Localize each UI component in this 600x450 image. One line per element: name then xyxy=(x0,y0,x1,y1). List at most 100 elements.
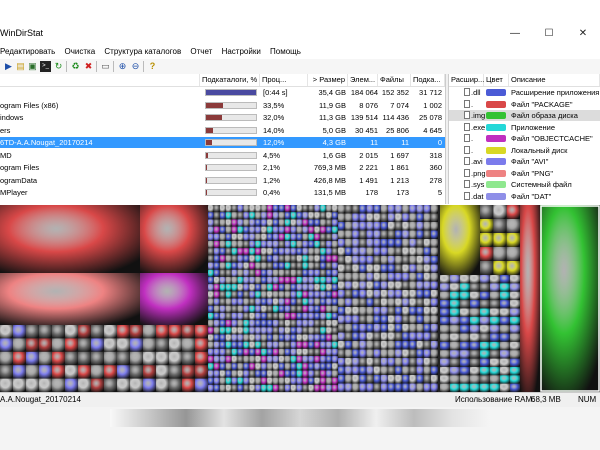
treemap-cell[interactable] xyxy=(278,248,285,256)
treemap-cell[interactable] xyxy=(320,327,327,335)
treemap-cell[interactable] xyxy=(278,291,285,299)
treemap-cell[interactable] xyxy=(78,338,91,352)
treemap-cell[interactable] xyxy=(510,325,520,334)
treemap-cell[interactable] xyxy=(345,247,353,257)
treemap-cell[interactable] xyxy=(373,205,381,214)
treemap-cell[interactable] xyxy=(231,312,238,321)
treemap-cell[interactable] xyxy=(450,366,460,376)
treemap-cell[interactable] xyxy=(143,351,156,366)
treemap-cell[interactable] xyxy=(366,222,374,231)
ext-row[interactable]: .exe Приложение xyxy=(449,122,600,133)
treemap-cell[interactable] xyxy=(143,338,156,352)
treemap-cell[interactable] xyxy=(302,205,309,213)
treemap-cell[interactable] xyxy=(284,312,291,321)
treemap-cell[interactable] xyxy=(352,247,360,257)
treemap-cell[interactable] xyxy=(320,262,327,270)
treemap-cell[interactable] xyxy=(430,205,438,214)
treemap-cell[interactable] xyxy=(430,375,438,384)
col-subdir-percent-header[interactable]: Подкаталоги, % xyxy=(200,74,260,86)
treemap-cell[interactable] xyxy=(296,240,303,249)
treemap-canvas[interactable] xyxy=(0,205,600,392)
treemap-cell[interactable] xyxy=(278,363,285,371)
treemap-cell[interactable] xyxy=(219,348,226,357)
treemap-cell[interactable] xyxy=(430,256,438,265)
treemap-cell[interactable] xyxy=(326,284,333,292)
treemap-cell[interactable] xyxy=(409,290,417,299)
treemap-cell[interactable] xyxy=(320,377,327,385)
menu-cleanup[interactable]: Очистка xyxy=(65,45,96,59)
treemap-cell[interactable] xyxy=(373,332,381,342)
treemap-cell[interactable] xyxy=(296,276,303,285)
treemap-cell[interactable] xyxy=(243,240,250,249)
treemap-cell[interactable] xyxy=(416,264,424,274)
treemap-cell[interactable] xyxy=(117,378,130,392)
treemap-cell[interactable] xyxy=(359,383,367,393)
treemap-cell[interactable] xyxy=(267,348,273,357)
treemap-cell[interactable] xyxy=(500,375,510,384)
treemap-cell[interactable] xyxy=(423,375,431,384)
treemap-cell[interactable] xyxy=(273,312,279,321)
treemap-cell[interactable] xyxy=(510,308,520,317)
treemap-cell[interactable] xyxy=(416,290,424,299)
treemap-cell[interactable] xyxy=(395,324,403,333)
treemap-cell[interactable] xyxy=(520,205,540,392)
treemap-cell[interactable] xyxy=(231,341,238,349)
treemap-cell[interactable] xyxy=(225,276,232,285)
title-bar[interactable]: WinDirStat — ☐ ✕ xyxy=(0,22,600,45)
treemap-cell[interactable] xyxy=(225,305,232,313)
treemap-cell[interactable] xyxy=(302,327,309,335)
treemap-cell[interactable] xyxy=(402,324,410,333)
treemap-cell[interactable] xyxy=(225,284,232,292)
treemap-cell[interactable] xyxy=(249,384,256,392)
treemap-cell[interactable] xyxy=(409,256,417,265)
treemap-cell[interactable] xyxy=(273,348,279,357)
treemap-cell[interactable] xyxy=(302,384,309,392)
treemap-cell[interactable] xyxy=(278,205,285,213)
treemap-cell[interactable] xyxy=(0,273,140,325)
treemap-cell[interactable] xyxy=(460,325,470,334)
treemap-cell[interactable] xyxy=(284,240,291,249)
treemap-cell[interactable] xyxy=(332,255,338,263)
treemap-cell[interactable] xyxy=(430,281,438,291)
treemap-cell[interactable] xyxy=(237,276,244,285)
treemap-cell[interactable] xyxy=(320,276,327,285)
treemap-cell[interactable] xyxy=(302,240,309,249)
treemap-cell[interactable] xyxy=(416,281,424,291)
treemap-cell[interactable] xyxy=(255,327,262,335)
treemap-cell[interactable] xyxy=(219,327,226,335)
treemap-cell[interactable] xyxy=(373,366,381,376)
treemap-cell[interactable] xyxy=(219,341,226,349)
treemap-cell[interactable] xyxy=(506,247,520,261)
treemap-cell[interactable] xyxy=(213,327,220,335)
treemap-cell[interactable] xyxy=(320,255,327,263)
treemap-cell[interactable] xyxy=(255,377,262,385)
treemap-cell[interactable] xyxy=(143,325,156,339)
treemap-cell[interactable] xyxy=(320,219,327,227)
treemap-cell[interactable] xyxy=(338,256,346,265)
treemap-cell[interactable] xyxy=(373,375,381,384)
treemap-cell[interactable] xyxy=(243,348,250,357)
treemap-cell[interactable] xyxy=(213,269,220,277)
treemap-cell[interactable] xyxy=(296,341,303,349)
treemap-cell[interactable] xyxy=(366,307,374,316)
delete-icon[interactable]: ✖ xyxy=(83,61,94,72)
treemap-cell[interactable] xyxy=(195,365,208,379)
treemap-cell[interactable] xyxy=(290,240,297,249)
treemap-cell[interactable] xyxy=(395,332,403,342)
treemap-cell[interactable] xyxy=(225,298,232,306)
treemap-cell[interactable] xyxy=(231,370,238,378)
treemap-cell[interactable] xyxy=(423,205,431,214)
treemap-cell[interactable] xyxy=(231,327,238,335)
treemap-cell[interactable] xyxy=(359,230,367,240)
treemap-cell[interactable] xyxy=(409,383,417,393)
treemap-cell[interactable] xyxy=(320,298,327,306)
treemap-cell[interactable] xyxy=(231,384,238,392)
treemap-cell[interactable] xyxy=(345,332,353,342)
treemap-cell[interactable] xyxy=(430,290,438,299)
treemap-cell[interactable] xyxy=(320,248,327,256)
treemap-cell[interactable] xyxy=(359,341,367,350)
treemap-cell[interactable] xyxy=(208,291,214,299)
treemap-cell[interactable] xyxy=(261,291,268,299)
treemap-cell[interactable] xyxy=(402,230,410,240)
treemap-cell[interactable] xyxy=(440,308,450,317)
